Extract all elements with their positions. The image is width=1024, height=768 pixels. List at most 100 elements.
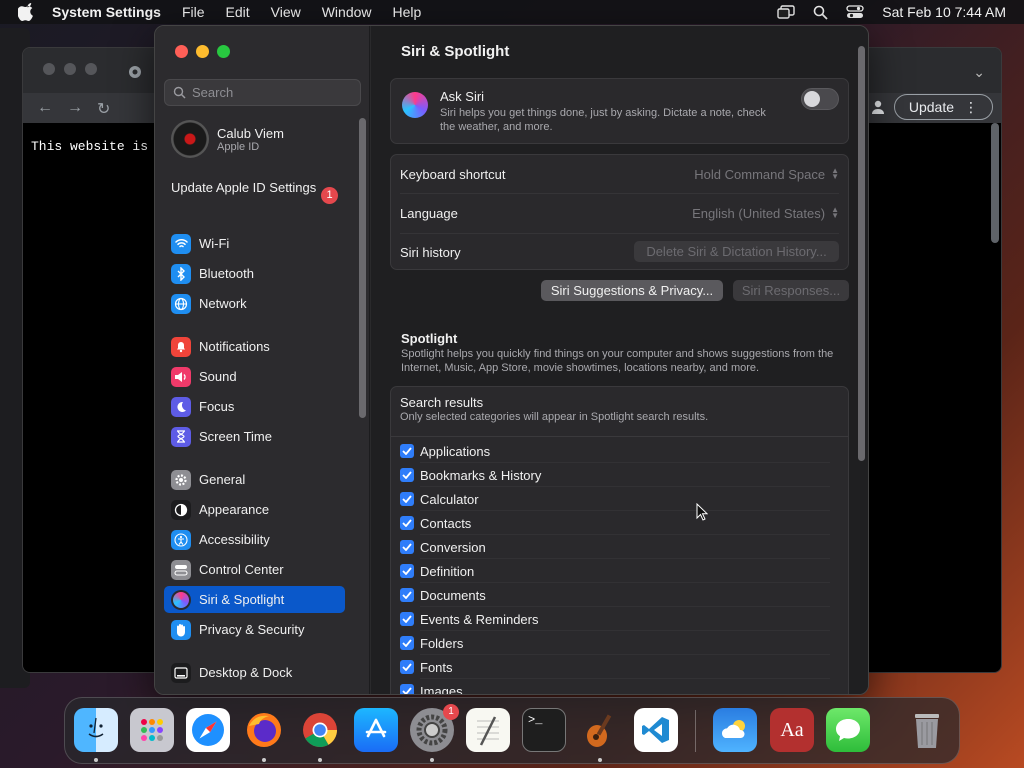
- sidebar-item-network[interactable]: Network: [164, 290, 345, 317]
- checkbox[interactable]: [400, 636, 414, 650]
- spotlight-search-icon[interactable]: [813, 5, 828, 20]
- sidebar-item-general[interactable]: General: [164, 466, 345, 493]
- spotlight-category-row[interactable]: Bookmarks & History: [400, 463, 830, 487]
- update-apple-id-settings[interactable]: Update Apple ID Settings: [171, 180, 346, 196]
- menu-view[interactable]: View: [271, 4, 301, 20]
- keyboard-shortcut-select[interactable]: Hold Command Space ▲ ▼: [694, 167, 839, 182]
- sidebar-item-appearance[interactable]: Appearance: [164, 496, 345, 523]
- terminal-icon[interactable]: >_: [522, 708, 566, 752]
- menu-bar: System Settings File Edit View Window He…: [0, 0, 1024, 24]
- main-scrollbar[interactable]: [858, 46, 865, 461]
- spotlight-category-row[interactable]: Applications: [400, 439, 830, 463]
- sidebar-item-accessibility[interactable]: Accessibility: [164, 526, 345, 553]
- checkbox[interactable]: [400, 468, 414, 482]
- checkbox[interactable]: [400, 564, 414, 578]
- sidebar-item-control-center[interactable]: Control Center: [164, 556, 345, 583]
- spotlight-category-row[interactable]: Definition: [400, 559, 830, 583]
- checkbox[interactable]: [400, 516, 414, 530]
- messages-icon[interactable]: [826, 708, 870, 752]
- apple-menu-icon[interactable]: [18, 3, 36, 21]
- apple-id-account[interactable]: Calub Viem Apple ID: [171, 120, 284, 158]
- reload-icon[interactable]: ↻: [97, 99, 110, 119]
- checkbox[interactable]: [400, 612, 414, 626]
- trash-icon[interactable]: [905, 708, 949, 752]
- spotlight-category-row[interactable]: Folders: [400, 631, 830, 655]
- language-label: Language: [400, 205, 458, 221]
- search-input[interactable]: [192, 85, 352, 100]
- profile-icon[interactable]: [870, 99, 886, 115]
- back-arrow-icon[interactable]: ←: [37, 99, 53, 119]
- menu-edit[interactable]: Edit: [226, 4, 250, 20]
- gear-icon: [171, 469, 191, 490]
- spotlight-category-row[interactable]: Images: [400, 679, 830, 695]
- delete-siri-history-button[interactable]: Delete Siri & Dictation History...: [634, 241, 839, 262]
- sidebar-item-sound[interactable]: Sound: [164, 363, 345, 390]
- chrome-icon[interactable]: [298, 708, 342, 752]
- vscode-icon[interactable]: [634, 708, 678, 752]
- screen-mirroring-icon[interactable]: [777, 5, 795, 19]
- spotlight-category-row[interactable]: Calculator: [400, 487, 830, 511]
- app-store-icon[interactable]: [354, 708, 398, 752]
- forward-arrow-icon[interactable]: →: [67, 99, 83, 119]
- control-center-icon[interactable]: [846, 5, 864, 19]
- sidebar-search[interactable]: [164, 79, 361, 106]
- updown-chevron-icon: ▲ ▼: [831, 166, 839, 181]
- ask-siri-toggle[interactable]: [801, 88, 839, 110]
- sidebar-item-privacy-security[interactable]: Privacy & Security: [164, 616, 345, 643]
- dictionary-icon[interactable]: Aa: [770, 708, 814, 752]
- sidebar-scrollbar[interactable]: [359, 118, 366, 418]
- weather-icon[interactable]: [713, 708, 757, 752]
- spotlight-category-row[interactable]: Events & Reminders: [400, 607, 830, 631]
- checkbox[interactable]: [400, 684, 414, 694]
- ask-siri-card: Ask Siri Siri helps you get things done,…: [390, 78, 849, 144]
- minimize-window-button[interactable]: [196, 45, 209, 58]
- language-row: Language English (United States) ▲ ▼: [400, 193, 839, 233]
- keyboard-shortcut-value: Hold Command Space: [694, 166, 826, 182]
- launchpad-icon[interactable]: [130, 708, 174, 752]
- firefox-icon[interactable]: [242, 708, 286, 752]
- menu-help[interactable]: Help: [393, 4, 422, 20]
- textedit-icon[interactable]: [466, 708, 510, 752]
- siri-suggestions-privacy-button[interactable]: Siri Suggestions & Privacy...: [541, 280, 723, 301]
- zoom-window-button[interactable]: [217, 45, 230, 58]
- checkbox[interactable]: [400, 540, 414, 554]
- siri-responses-button[interactable]: Siri Responses...: [733, 280, 849, 301]
- moon-icon: [171, 396, 191, 417]
- sidebar-item-desktop-dock[interactable]: Desktop & Dock: [164, 659, 345, 686]
- sidebar-item-label: Notifications: [199, 339, 270, 354]
- settings-main-pane: Siri & Spotlight Ask Siri Siri helps you…: [371, 26, 868, 694]
- sidebar-item-focus[interactable]: Focus: [164, 393, 345, 420]
- finder-icon[interactable]: [74, 708, 118, 752]
- safari-icon[interactable]: [186, 708, 230, 752]
- sidebar-item-notifications[interactable]: Notifications: [164, 333, 345, 360]
- checkbox[interactable]: [400, 588, 414, 602]
- garageband-icon[interactable]: [578, 708, 622, 752]
- spotlight-category-label: Bookmarks & History: [420, 467, 542, 483]
- tab-search-chevron-icon[interactable]: ⌄: [973, 64, 985, 81]
- chrome-update-button[interactable]: Update ⋮: [893, 94, 993, 120]
- checkbox[interactable]: [400, 444, 414, 458]
- close-window-button[interactable]: [175, 45, 188, 58]
- sidebar-item-wifi[interactable]: Wi-Fi: [164, 230, 345, 257]
- sidebar-item-screen-time[interactable]: Screen Time: [164, 423, 345, 450]
- browser-scrollbar[interactable]: [991, 123, 999, 243]
- menu-window[interactable]: Window: [322, 4, 372, 20]
- checkbox[interactable]: [400, 492, 414, 506]
- menu-file[interactable]: File: [182, 4, 205, 20]
- menu-app-name[interactable]: System Settings: [52, 4, 161, 20]
- sidebar-item-label: Screen Time: [199, 429, 272, 444]
- sidebar-item-bluetooth[interactable]: Bluetooth: [164, 260, 345, 287]
- menu-clock[interactable]: Sat Feb 10 7:44 AM: [882, 4, 1006, 20]
- user-name: Calub Viem: [217, 125, 284, 141]
- language-select[interactable]: English (United States) ▲ ▼: [692, 206, 839, 221]
- browser-traffic-lights: [43, 63, 97, 75]
- checkbox[interactable]: [400, 660, 414, 674]
- sidebar-item-label: Bluetooth: [199, 266, 254, 281]
- spotlight-category-row[interactable]: Fonts: [400, 655, 830, 679]
- spotlight-category-row[interactable]: Contacts: [400, 511, 830, 535]
- sidebar-item-siri-spotlight[interactable]: Siri & Spotlight: [164, 586, 345, 613]
- sidebar-item-label: Sound: [199, 369, 237, 384]
- spotlight-category-row[interactable]: Conversion: [400, 535, 830, 559]
- spotlight-category-label: Images: [420, 683, 463, 695]
- spotlight-category-row[interactable]: Documents: [400, 583, 830, 607]
